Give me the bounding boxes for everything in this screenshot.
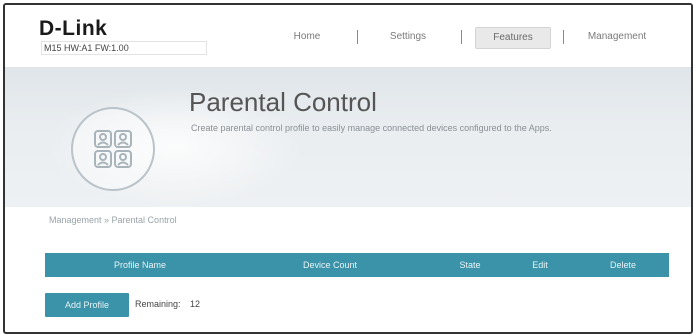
column-device-count: Device Count: [302, 260, 358, 270]
nav-home[interactable]: Home: [279, 27, 335, 47]
remaining-count: 12: [190, 299, 201, 309]
column-edit: Edit: [532, 260, 548, 270]
nav-separator: [461, 30, 462, 44]
header: D-Link M15 HW:A1 FW:1.00 Home Settings F…: [5, 5, 691, 67]
column-state: State: [459, 260, 481, 270]
nav-separator: [563, 30, 564, 44]
add-profile-button[interactable]: Add Profile: [45, 293, 129, 317]
page-description: Create parental control profile to easil…: [191, 123, 552, 133]
nav-management[interactable]: Management: [577, 27, 657, 47]
page-title: Parental Control: [189, 87, 377, 117]
app-window: D-Link M15 HW:A1 FW:1.00 Home Settings F…: [3, 3, 693, 334]
breadcrumb[interactable]: Management » Parental Control: [49, 215, 177, 225]
nav-features[interactable]: Features: [475, 27, 551, 49]
main-nav: Home Settings Features Management: [5, 27, 691, 49]
family-icon: [71, 107, 155, 191]
nav-separator: [357, 30, 358, 44]
column-delete: Delete: [609, 260, 636, 270]
profile-table-header: Profile Name Device Count State Edit Del…: [45, 253, 669, 277]
column-profile-name: Profile Name: [113, 260, 167, 270]
remaining-label: Remaining:: [135, 299, 181, 309]
nav-settings[interactable]: Settings: [377, 27, 439, 47]
